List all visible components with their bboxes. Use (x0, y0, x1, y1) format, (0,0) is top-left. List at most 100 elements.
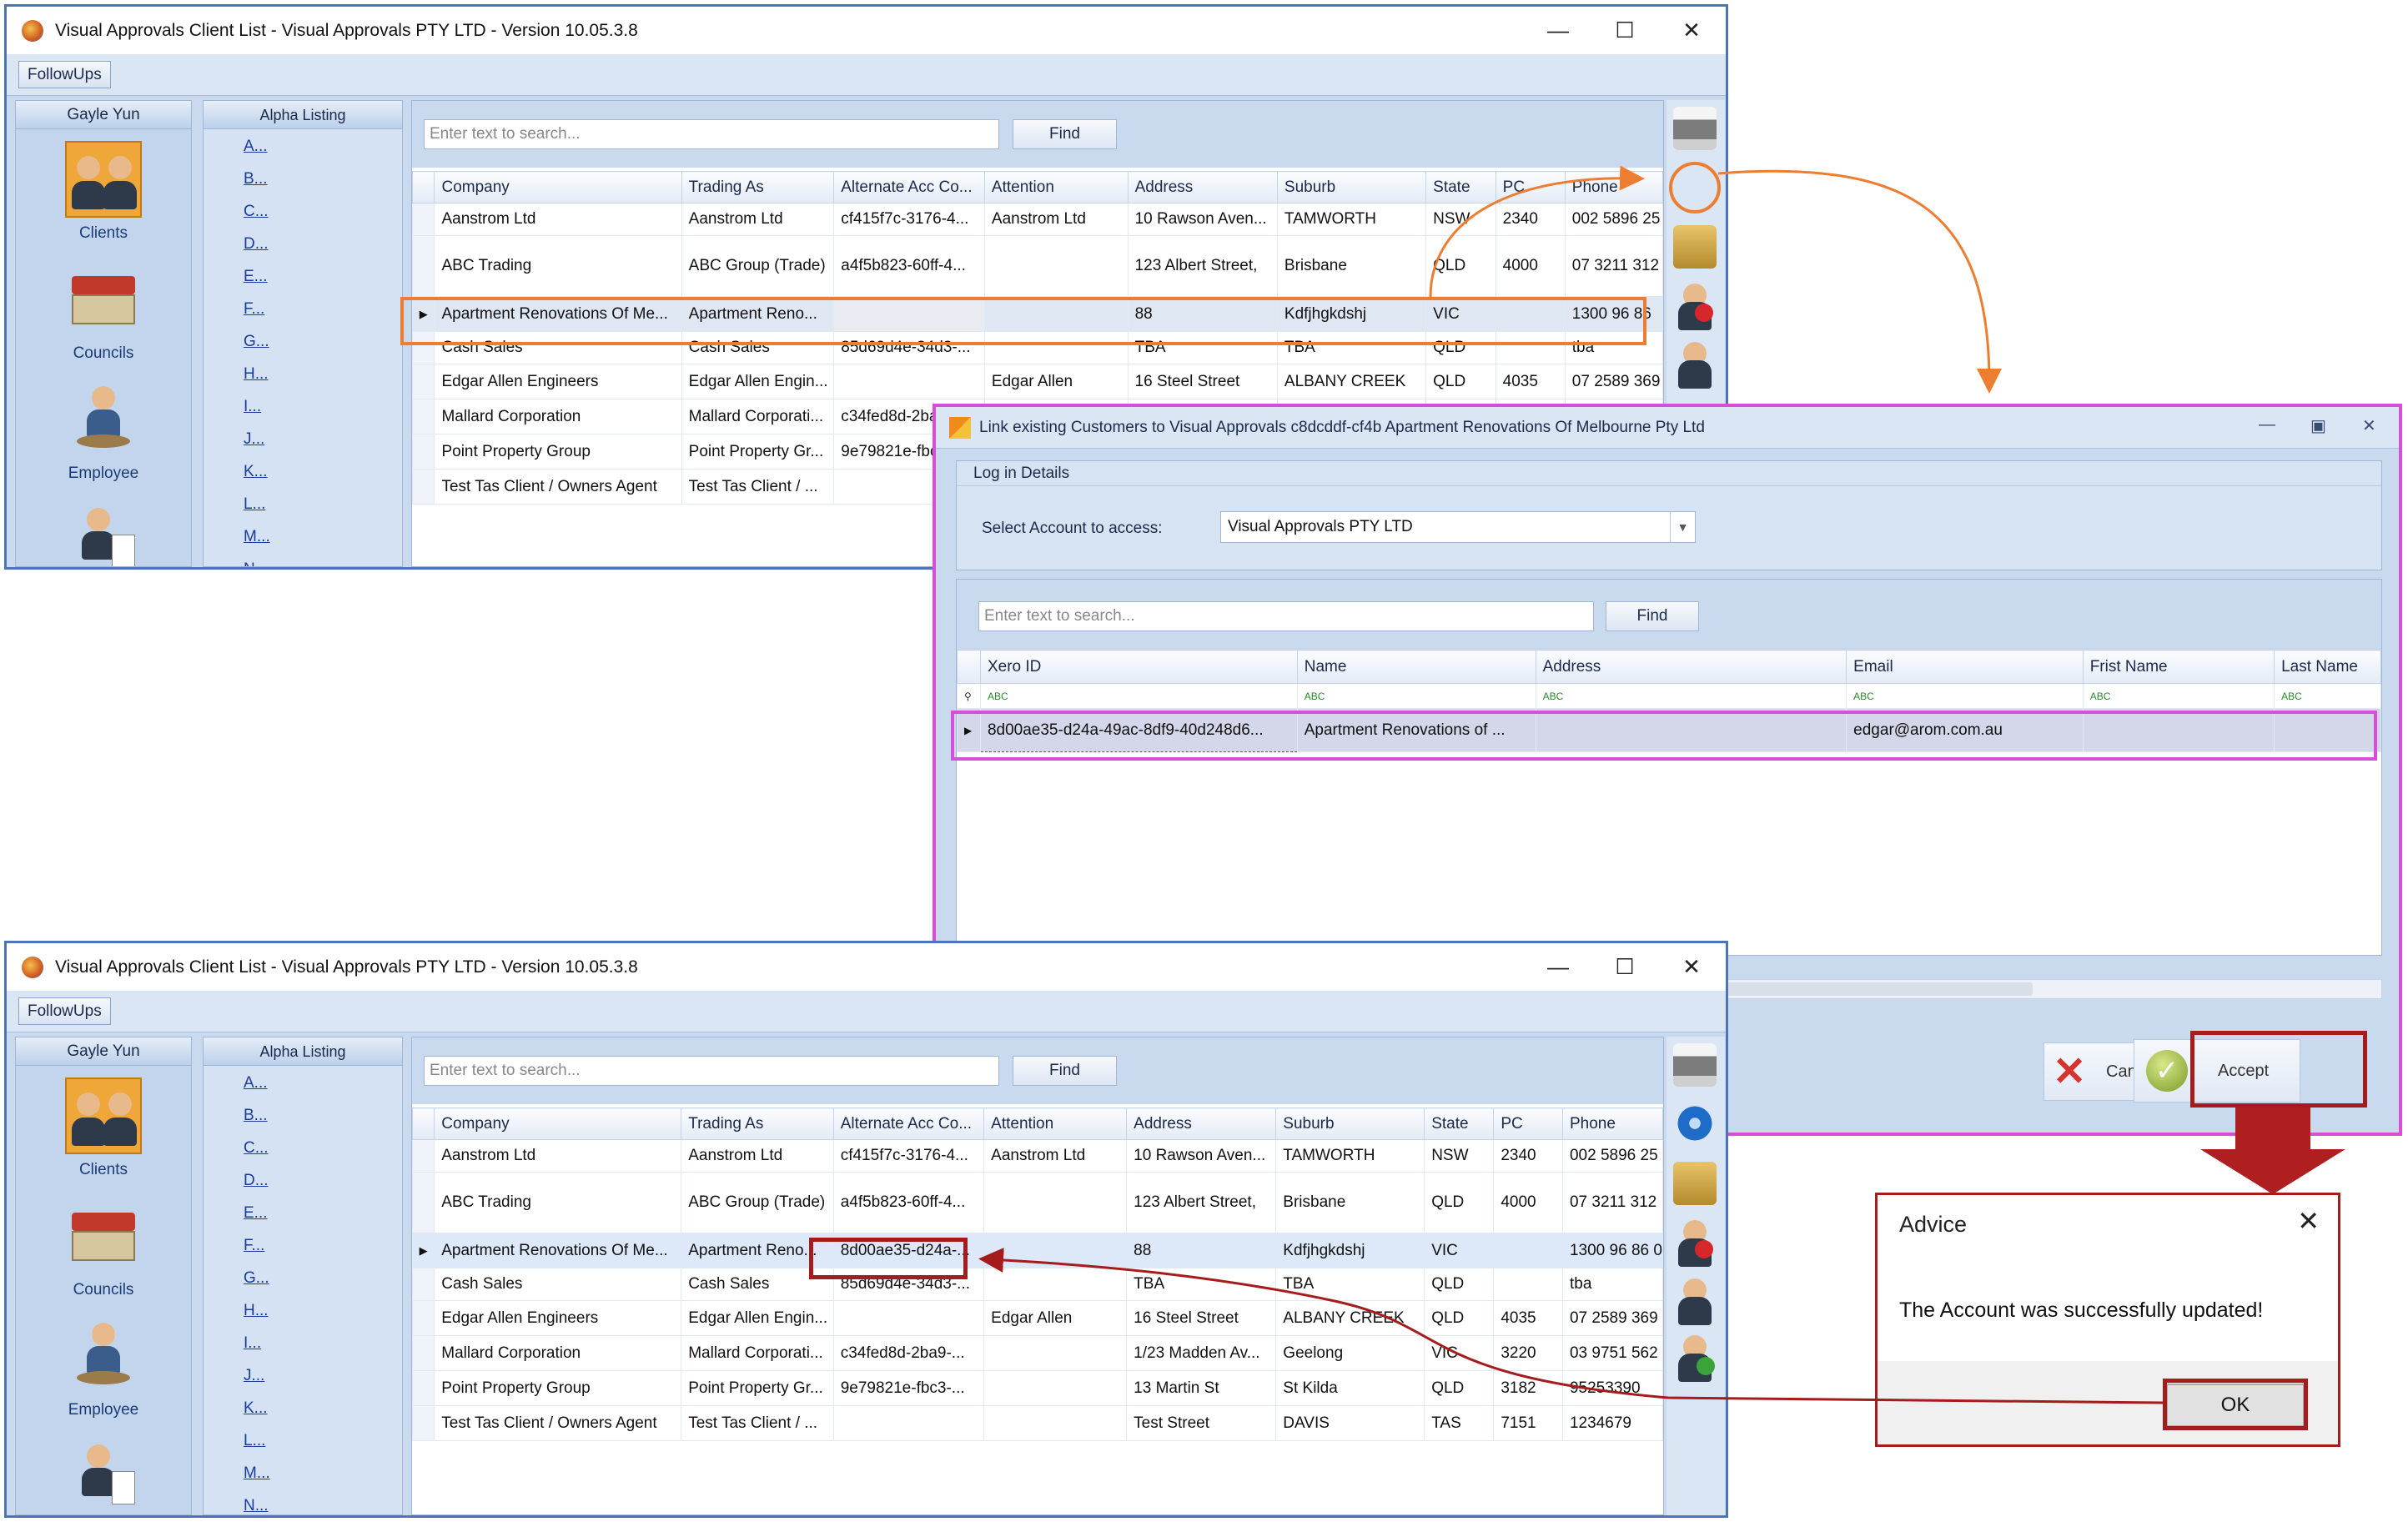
dialog-restore-button[interactable]: ▣ (2310, 415, 2326, 436)
alpha-link[interactable]: C... (244, 1139, 402, 1172)
close-button[interactable]: ✕ (1658, 7, 1725, 54)
nav-item-councils[interactable]: Councils (16, 1186, 191, 1306)
filter-cell[interactable]: ABC (979, 683, 1298, 709)
column-header[interactable]: PC (1495, 171, 1566, 203)
column-header[interactable]: Trading As (681, 1108, 834, 1140)
alpha-link[interactable]: L... (244, 1432, 402, 1464)
column-header[interactable]: Alternate Acc Co... (832, 1108, 985, 1140)
column-header[interactable]: Frist Name (2082, 650, 2275, 684)
alpha-link[interactable]: J... (244, 1367, 402, 1399)
alpha-link[interactable]: I... (244, 1334, 402, 1367)
minimize-button[interactable]: — (1525, 7, 1591, 54)
settings-gear-icon[interactable] (1669, 162, 1721, 213)
column-header[interactable]: Suburb (1276, 171, 1427, 203)
column-header[interactable]: Suburb (1275, 1108, 1425, 1140)
table-row[interactable]: ABC Trading ABC Group (Trade) a4f5b823-60f… (412, 1172, 1663, 1233)
chevron-down-icon[interactable]: ▼ (1670, 512, 1695, 542)
table-row[interactable]: Test Tas Client / Owners Agent Test Tas C… (412, 1405, 1663, 1441)
dialog-search-input[interactable]: Enter text to search... (978, 601, 1594, 631)
nav-item-councils[interactable]: Councils (16, 249, 191, 369)
alpha-link[interactable]: N... (244, 560, 402, 566)
column-header[interactable]: Trading As (681, 171, 835, 203)
alpha-link[interactable]: L... (244, 495, 402, 528)
alpha-link[interactable]: I... (244, 398, 402, 430)
table-row[interactable]: Cash Sales Cash Sales 85d69d4e-34d3-... TBA… (412, 1268, 1663, 1301)
find-button[interactable]: Find (1013, 1056, 1117, 1086)
column-header[interactable]: Alternate Acc Co... (833, 171, 985, 203)
column-header[interactable]: Attention (983, 171, 1129, 203)
users-icon[interactable] (1673, 1277, 1717, 1325)
settings-gear-icon[interactable] (1673, 1102, 1717, 1145)
add-document-icon[interactable] (1673, 1162, 1717, 1205)
minimize-button[interactable]: — (1525, 943, 1591, 991)
nav-item-more[interactable] (16, 1426, 191, 1514)
alpha-link[interactable]: H... (244, 365, 402, 398)
column-header[interactable]: Address (1127, 171, 1278, 203)
table-row[interactable]: Point Property Group Point Property Gr...… (412, 1370, 1663, 1406)
dialog-close-button[interactable]: ✕ (2362, 415, 2376, 436)
nav-item-clients[interactable]: Clients (16, 1066, 191, 1186)
remove-user-icon[interactable] (1673, 1218, 1717, 1267)
column-header[interactable]: State (1424, 1108, 1495, 1140)
filter-cell[interactable]: ABC (1296, 683, 1536, 709)
table-row[interactable]: Aanstrom Ltd Aanstrom Ltd cf415f7c-3176-4.… (412, 1139, 1663, 1173)
table-row[interactable]: ▶ Apartment Renovations Of Me... Apartment… (412, 1233, 1663, 1268)
column-header[interactable]: Address (1126, 1108, 1277, 1140)
alpha-link[interactable]: E... (244, 1204, 402, 1237)
followups-button[interactable]: FollowUps (18, 997, 111, 1025)
alpha-link[interactable]: K... (244, 1399, 402, 1432)
alpha-link[interactable]: D... (244, 1172, 402, 1204)
nav-item-employee[interactable]: Employee (16, 369, 191, 490)
alpha-link[interactable]: B... (244, 170, 402, 203)
add-user-icon[interactable] (1673, 1334, 1717, 1382)
alpha-link[interactable]: G... (244, 1269, 402, 1302)
column-header[interactable]: State (1425, 171, 1496, 203)
column-header[interactable]: PC (1493, 1108, 1563, 1140)
advice-close-button[interactable]: ✕ (2297, 1205, 2320, 1237)
alpha-link[interactable]: A... (244, 1074, 402, 1107)
alpha-link[interactable]: F... (244, 1237, 402, 1269)
maximize-button[interactable]: ☐ (1591, 7, 1658, 54)
alpha-link[interactable]: M... (244, 1464, 402, 1497)
alpha-link[interactable]: F... (244, 300, 402, 333)
printer-icon[interactable] (1673, 1043, 1717, 1087)
column-header[interactable]: Email (1846, 650, 2084, 684)
alpha-link[interactable]: J... (244, 430, 402, 463)
column-header[interactable]: Attention (983, 1108, 1128, 1140)
column-header[interactable]: Company (434, 1108, 682, 1140)
alpha-link[interactable]: G... (244, 333, 402, 365)
search-input[interactable]: Enter text to search... (424, 1056, 999, 1086)
users-icon[interactable] (1673, 340, 1717, 389)
filter-cell[interactable]: ABC (2082, 683, 2275, 709)
alpha-link[interactable]: N... (244, 1497, 402, 1514)
column-header[interactable]: Company (434, 171, 682, 203)
alpha-link[interactable]: D... (244, 235, 402, 268)
alpha-link[interactable]: B... (244, 1107, 402, 1139)
dialog-minimize-button[interactable]: — (2259, 415, 2275, 434)
column-header[interactable]: Phone (1561, 1108, 1663, 1140)
column-header[interactable]: Phone (1564, 171, 1663, 203)
find-button[interactable]: Find (1013, 119, 1117, 149)
account-select[interactable]: Visual Approvals PTY LTD ▼ (1220, 511, 1696, 543)
maximize-button[interactable]: ☐ (1591, 943, 1658, 991)
column-header[interactable]: Name (1296, 650, 1536, 684)
table-row[interactable]: Mallard Corporation Mallard Corporati... c… (412, 1335, 1663, 1371)
alpha-link[interactable]: E... (244, 268, 402, 300)
printer-icon[interactable] (1673, 107, 1717, 150)
alpha-link[interactable]: M... (244, 528, 402, 560)
alpha-link[interactable]: H... (244, 1302, 402, 1334)
followups-button[interactable]: FollowUps (18, 61, 111, 88)
alpha-link[interactable]: K... (244, 463, 402, 495)
dialog-find-button[interactable]: Find (1606, 601, 1699, 631)
nav-item-clients[interactable]: Clients (16, 129, 191, 249)
filter-cell[interactable]: ABC (1846, 683, 2084, 709)
nav-item-more[interactable] (16, 490, 191, 566)
search-input[interactable]: Enter text to search... (424, 119, 999, 149)
table-row[interactable]: ABC Trading ABC Group (Trade) a4f5b823-60f… (412, 235, 1663, 297)
alpha-link[interactable]: A... (244, 138, 402, 170)
table-row[interactable]: Edgar Allen Engineers Edgar Allen Engin..… (412, 364, 1663, 399)
close-button[interactable]: ✕ (1658, 943, 1725, 991)
filter-cell[interactable]: ABC (1535, 683, 1847, 709)
nav-item-employee[interactable]: Employee (16, 1306, 191, 1426)
column-header[interactable]: Address (1535, 650, 1847, 684)
